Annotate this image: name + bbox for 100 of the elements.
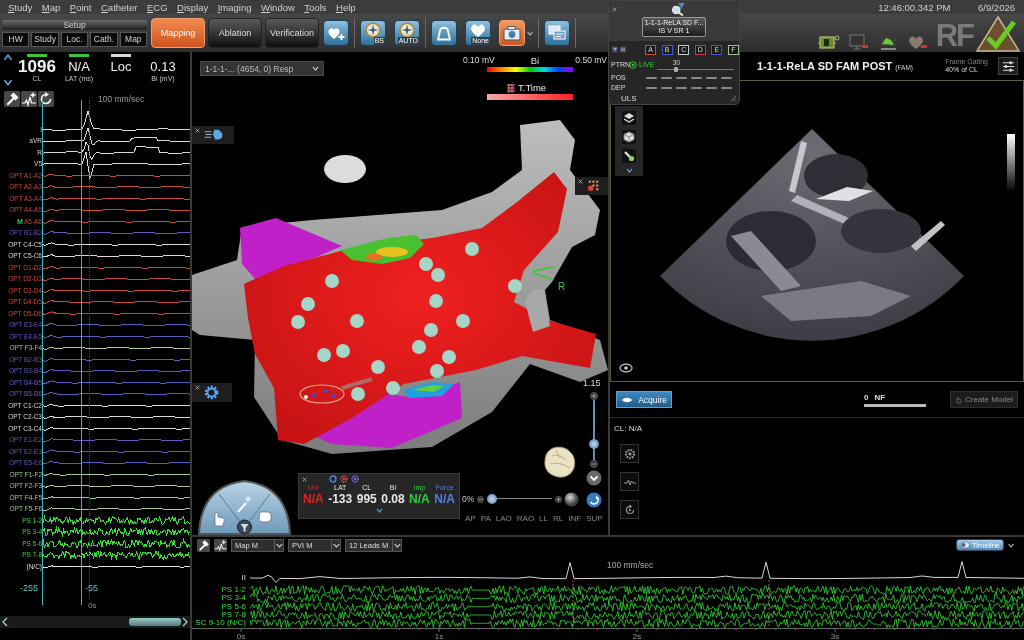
map-point-dot[interactable] — [508, 279, 522, 293]
view-button[interactable]: RL — [553, 514, 564, 524]
slider-thumb[interactable] — [674, 66, 679, 72]
filter-icon[interactable] — [237, 519, 252, 535]
minus-icon[interactable] — [590, 460, 598, 468]
menu-item[interactable]: Map — [41, 1, 61, 13]
close-icon[interactable] — [302, 476, 307, 482]
hand-icon[interactable] — [204, 128, 224, 141]
caret-icon[interactable] — [1008, 542, 1014, 548]
mode-tab[interactable]: Ablation — [208, 18, 262, 48]
menu-item[interactable]: Display — [177, 1, 209, 13]
close-icon[interactable] — [612, 6, 617, 12]
dot-grid-icon[interactable] — [587, 179, 600, 192]
heart-icon[interactable] — [906, 34, 927, 50]
chevron-left-icon[interactable] — [1, 617, 9, 627]
settings-button[interactable] — [620, 444, 639, 463]
map-point-dot[interactable] — [386, 381, 400, 395]
scrollbar[interactable] — [0, 616, 190, 628]
hammer-icon[interactable] — [4, 91, 20, 107]
map-point-dot[interactable] — [325, 274, 339, 288]
replay-button[interactable] — [620, 500, 639, 519]
map-point-dot[interactable] — [424, 323, 438, 337]
minus-icon[interactable] — [477, 495, 485, 503]
view-button[interactable]: LAO — [495, 514, 512, 524]
menu-item[interactable]: Tools — [304, 1, 327, 13]
ultrasound-button[interactable] — [431, 20, 457, 46]
caret-icon[interactable] — [527, 30, 533, 36]
chevron-down-icon[interactable] — [625, 168, 633, 173]
menu-item[interactable]: Catheter — [101, 1, 138, 13]
map-point-dot[interactable] — [430, 364, 444, 378]
map-point-dot[interactable] — [419, 257, 433, 271]
view-button[interactable]: INF — [568, 514, 582, 524]
loop-icon[interactable] — [38, 91, 54, 107]
layers-icon[interactable] — [622, 111, 636, 125]
view-button[interactable]: SUP — [586, 514, 603, 524]
close-icon[interactable] — [195, 128, 200, 133]
search-icon[interactable] — [671, 2, 685, 16]
menu-item[interactable]: Imaging — [217, 1, 252, 13]
cursor-line[interactable] — [89, 100, 90, 600]
sphere-icon[interactable] — [564, 492, 579, 507]
rotate-button[interactable] — [586, 492, 602, 508]
waveform-icon[interactable] — [214, 538, 227, 552]
collapse-button[interactable] — [586, 470, 602, 486]
map-point-dot[interactable] — [336, 344, 350, 358]
probe-icon[interactable] — [622, 149, 636, 163]
chevron-down-icon[interactable] — [3, 79, 13, 86]
catheter-drawing[interactable] — [299, 377, 373, 404]
map-point-dot[interactable] — [465, 242, 479, 256]
navigation-dial[interactable] — [197, 478, 292, 535]
hammer-icon[interactable] — [197, 538, 210, 552]
map-point-dot[interactable] — [317, 348, 331, 362]
chevron-right-icon[interactable] — [181, 617, 189, 627]
setup-button[interactable]: Study — [31, 31, 59, 47]
scrollbar-thumb[interactable] — [129, 618, 181, 626]
view-button[interactable]: LL — [539, 514, 548, 524]
menu-item[interactable]: ECG — [146, 1, 168, 13]
menu-item[interactable]: Help — [336, 1, 356, 13]
chevron-up-icon[interactable] — [3, 54, 13, 61]
setup-button[interactable]: Map — [119, 31, 148, 47]
view-button[interactable]: RAO — [516, 514, 535, 524]
waveform-icon[interactable] — [21, 91, 37, 107]
setup-button[interactable]: HW — [2, 31, 30, 47]
menu-item[interactable]: Window — [261, 1, 295, 13]
slider-thumb[interactable] — [589, 439, 599, 450]
camera-button[interactable] — [499, 20, 525, 46]
mode-tab[interactable]: Verification — [265, 18, 319, 48]
close-icon[interactable] — [578, 179, 583, 184]
map-point-dot[interactable] — [371, 360, 385, 374]
acquire-button[interactable]: Acquire — [616, 391, 672, 408]
view-button[interactable]: PA — [480, 514, 491, 524]
settings-button[interactable] — [998, 57, 1018, 75]
chevron-down-icon[interactable] — [375, 508, 383, 513]
list-icon[interactable] — [620, 46, 627, 53]
heart-model-icon[interactable] — [542, 444, 578, 480]
eye-icon[interactable] — [619, 363, 633, 373]
close-icon[interactable] — [195, 385, 200, 390]
setup-button[interactable]: Cath. — [90, 31, 118, 47]
map-point-dot[interactable] — [350, 314, 364, 328]
add-heart-button[interactable] — [323, 20, 349, 46]
pointer-hand-icon[interactable] — [214, 512, 225, 527]
setup-button[interactable]: Loc. — [60, 31, 89, 47]
resize-grip-icon[interactable] — [730, 94, 737, 102]
plus-icon[interactable] — [590, 392, 598, 400]
plus-icon[interactable] — [555, 495, 562, 503]
map-point-dot[interactable] — [431, 268, 445, 282]
map-selector-dropdown[interactable]: 1-1-1-... (4654, 0) Resp — [200, 61, 324, 76]
map-point-dot[interactable] — [442, 350, 456, 364]
menu-item[interactable]: Point — [69, 1, 92, 13]
gear-icon[interactable] — [204, 385, 219, 400]
cube-icon[interactable] — [622, 130, 636, 144]
live-indicator-icon[interactable] — [629, 61, 637, 69]
map-point-dot[interactable] — [456, 314, 470, 328]
map-point-dot[interactable] — [429, 294, 443, 308]
map-point-dot[interactable] — [412, 340, 426, 354]
map-point-dot[interactable] — [301, 297, 315, 311]
menu-item[interactable]: Study — [8, 1, 33, 13]
view-button[interactable]: AP — [465, 514, 476, 524]
filter-icon[interactable] — [612, 46, 618, 53]
circuit-board-icon[interactable] — [817, 34, 840, 50]
map-point-dot[interactable] — [351, 387, 365, 401]
